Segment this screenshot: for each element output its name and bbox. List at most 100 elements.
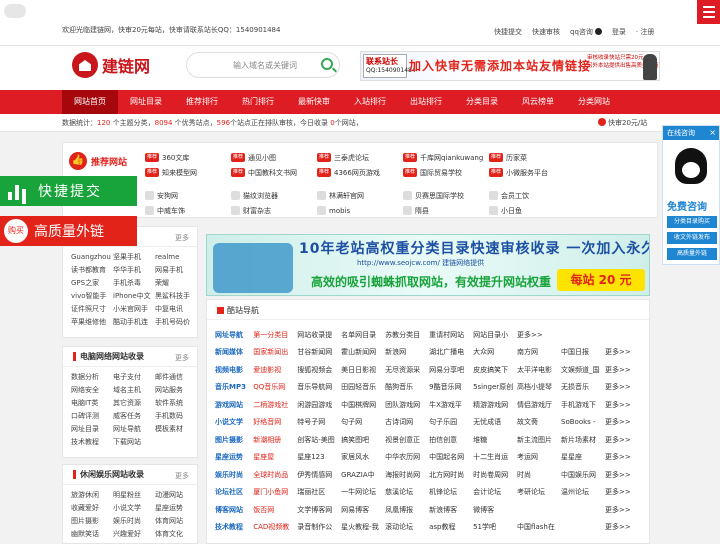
- more-link[interactable]: 更多>>: [605, 365, 649, 375]
- site-link[interactable]: 全球时尚品: [253, 470, 297, 480]
- site-link[interactable]: 新片场素材: [561, 435, 605, 445]
- list-item[interactable]: 推荐 知来模型网: [145, 166, 231, 179]
- nav-recommend[interactable]: 推荐排行: [174, 90, 230, 114]
- site-link[interactable]: 皮皮搞笑下: [473, 365, 517, 375]
- site-link[interactable]: 新浪博客: [429, 505, 473, 515]
- site-link[interactable]: 网站目录小: [473, 330, 517, 340]
- site-link[interactable]: 51学吧: [473, 522, 517, 532]
- nav-in-rank[interactable]: 入站排行: [342, 90, 398, 114]
- promo-banner[interactable]: 10年老站高权重分类目录快速审核收录 一次加入永久收录 http://www.s…: [206, 234, 650, 296]
- list-item[interactable]: 明星粉丝: [113, 489, 155, 502]
- site-link[interactable]: 海报时尚网: [385, 470, 429, 480]
- site-link[interactable]: 搞笑图吧: [341, 435, 385, 445]
- site-link[interactable]: 手机游戏下: [561, 400, 605, 410]
- site-link[interactable]: 机锋论坛: [429, 487, 473, 497]
- site-link[interactable]: 闲游园游戏: [297, 400, 341, 410]
- register-link[interactable]: · 注册: [636, 27, 654, 37]
- list-item[interactable]: vivo智能手: [71, 290, 113, 303]
- list-item[interactable]: 读书都教育: [71, 264, 113, 277]
- list-item[interactable]: 小说文学: [113, 502, 155, 515]
- site-link[interactable]: 无尽资源采: [385, 365, 429, 375]
- list-item[interactable]: 会员工饮: [489, 189, 575, 202]
- nav-out-rank[interactable]: 出站排行: [398, 90, 454, 114]
- list-item[interactable]: 其它资源: [113, 397, 155, 410]
- site-link[interactable]: 音乐导航网: [297, 382, 341, 392]
- quick-submit-float-button[interactable]: 快捷提交: [0, 176, 137, 206]
- list-item[interactable]: Guangzhou: [71, 251, 113, 264]
- site-link[interactable]: 甘谷新闻网: [297, 347, 341, 357]
- list-item[interactable]: 隋县: [403, 204, 489, 217]
- list-item[interactable]: 电脑IT类: [71, 397, 113, 410]
- site-link[interactable]: 新潮相册: [253, 435, 297, 445]
- list-item[interactable]: 中复电讯: [155, 303, 197, 316]
- site-link[interactable]: 录音制作公: [297, 522, 341, 532]
- site-link[interactable]: 5singer原创: [473, 382, 517, 392]
- list-item[interactable]: 手机号码价: [155, 316, 197, 329]
- nav-home[interactable]: 网站首页: [62, 90, 118, 114]
- nav-category-sites[interactable]: 分类网站: [566, 90, 622, 114]
- list-item[interactable]: 模板素材: [155, 423, 197, 436]
- nav-category-label[interactable]: 论坛社区: [215, 487, 253, 497]
- list-item[interactable]: 推荐 千库网qiankuwang: [403, 151, 489, 164]
- list-item[interactable]: 网址导航: [113, 423, 155, 436]
- site-logo[interactable]: 建链网: [72, 52, 150, 78]
- list-item[interactable]: 推荐 360文库: [145, 151, 231, 164]
- more-link[interactable]: 更多>>: [605, 400, 649, 410]
- site-link[interactable]: 时尚卷周网: [473, 470, 517, 480]
- site-link[interactable]: 霍山新闻网: [341, 347, 385, 357]
- site-link[interactable]: 视景创意正: [385, 435, 429, 445]
- list-item[interactable]: 安狗网: [145, 189, 231, 202]
- site-link[interactable]: 9酷音乐网: [429, 382, 473, 392]
- site-link[interactable]: 一牛网论坛: [341, 487, 385, 497]
- site-link[interactable]: 网易分享吧: [429, 365, 473, 375]
- list-item[interactable]: 电子支付: [113, 371, 155, 384]
- login-link[interactable]: 登录: [612, 27, 626, 37]
- nav-latest[interactable]: 最新快审: [286, 90, 342, 114]
- buy-directory-button[interactable]: 分类目录购买: [667, 216, 717, 228]
- site-link[interactable]: 特号子网: [297, 417, 341, 427]
- list-item[interactable]: 兴趣爱好: [113, 528, 155, 541]
- list-item[interactable]: 酷动手机连: [113, 316, 155, 329]
- qq-consult-link[interactable]: qq咨询: [570, 27, 602, 37]
- quality-links-button[interactable]: 高质量外链: [667, 248, 717, 260]
- search-input[interactable]: 输入域名或关键词: [186, 52, 340, 78]
- list-item[interactable]: 贝赛思国际学校: [403, 189, 489, 202]
- quick-review-link[interactable]: 快速审核: [532, 27, 560, 37]
- site-link[interactable]: 大众网: [473, 347, 517, 357]
- nav-directory[interactable]: 网址目录: [118, 90, 174, 114]
- list-item[interactable]: 林满轩官网: [317, 189, 403, 202]
- site-link[interactable]: 网易博客: [341, 505, 385, 515]
- list-item[interactable]: 推荐 三泰虎论坛: [317, 151, 403, 164]
- list-item[interactable]: 荣耀: [155, 277, 197, 290]
- list-item[interactable]: 网络安全: [71, 384, 113, 397]
- site-link[interactable]: 酷狗音乐: [385, 382, 429, 392]
- nav-category-label[interactable]: 游戏网站: [215, 400, 253, 410]
- site-link[interactable]: GRAZIA中: [341, 470, 385, 480]
- more-link[interactable]: 更多>>: [605, 382, 649, 392]
- nav-category-label[interactable]: 技术教程: [215, 522, 253, 532]
- site-link[interactable]: 中华农历网: [385, 452, 429, 462]
- site-link[interactable]: asp教程: [429, 522, 473, 532]
- list-item[interactable]: 软件系统: [155, 397, 197, 410]
- quick-submit-link[interactable]: 快捷提交: [494, 27, 522, 37]
- site-link[interactable]: 中国娱乐网: [561, 470, 605, 480]
- site-link[interactable]: 句子网: [341, 417, 385, 427]
- site-link[interactable]: 家居风水: [341, 452, 385, 462]
- site-link[interactable]: 凤凰博报: [385, 505, 429, 515]
- more-link[interactable]: 更多>>: [605, 435, 649, 445]
- site-link[interactable]: 田园轻音乐: [341, 382, 385, 392]
- list-item[interactable]: realme: [155, 251, 197, 264]
- nav-category-label[interactable]: 新闻媒体: [215, 347, 253, 357]
- site-link[interactable]: 堆糖: [473, 435, 517, 445]
- site-link[interactable]: 考运网: [517, 452, 561, 462]
- site-link[interactable]: 新浪网: [385, 347, 429, 357]
- list-item[interactable]: 苹果维修他: [71, 316, 113, 329]
- site-link[interactable]: CAD视频教: [253, 522, 297, 532]
- site-link[interactable]: 中国起名网: [429, 452, 473, 462]
- list-item[interactable]: 域名主机: [113, 384, 155, 397]
- site-link[interactable]: 拍信创意: [429, 435, 473, 445]
- list-item[interactable]: 华华手机: [113, 264, 155, 277]
- site-link[interactable]: 中国日报: [561, 347, 605, 357]
- list-item[interactable]: 推荐 4366网页游戏: [317, 166, 403, 179]
- qq-penguin-icon[interactable]: [675, 148, 707, 184]
